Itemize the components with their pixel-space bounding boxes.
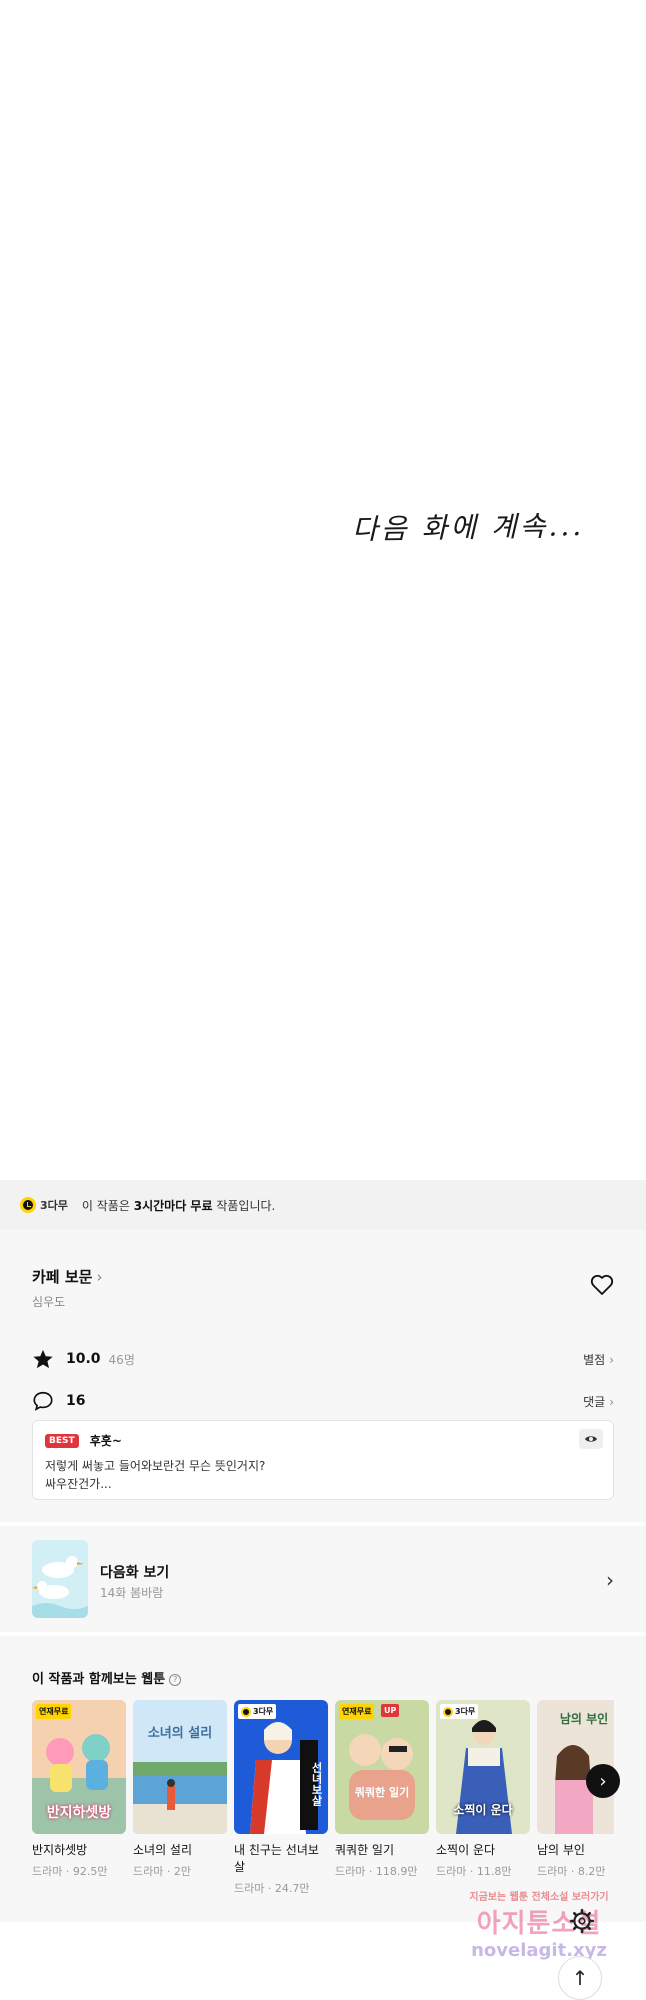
help-icon[interactable]: ?	[169, 1673, 182, 1686]
gear-icon[interactable]	[569, 1908, 595, 1934]
webtoon-name: 내 친구는 선녀보살	[234, 1843, 319, 1874]
star-icon	[33, 1349, 53, 1369]
webtoon-cover: 선녀보살 3다무	[234, 1700, 328, 1834]
webtoon-card[interactable]: 소찍이 운다 3다무 소찍이 운다 드라마 · 11.8만	[436, 1700, 530, 1879]
recommendation-section: 이 작품과 함께보는 웹툰? 반지하셋방 연재무료 반지하셋방 드라마 · 92…	[0, 1636, 646, 1922]
rating-row: 10.0 46명 별점 ›	[32, 1348, 614, 1370]
free-info-post: 작품입니다.	[216, 1198, 276, 1213]
chevron-right-icon: ›	[599, 1770, 607, 1792]
cover-title: 남의 부인	[559, 1712, 609, 1726]
recommendation-title-text: 이 작품과 함께보는 웹툰	[32, 1672, 166, 1687]
comment-user: 후훗~	[89, 1434, 122, 1448]
three-hour-free-tag: 3다무	[440, 1704, 479, 1719]
clock-icon	[20, 1197, 36, 1213]
comic-viewer: 다음 화에 계속...	[0, 0, 646, 1180]
carousel-next-button[interactable]: ›	[586, 1764, 620, 1798]
comment-link[interactable]: 댓글 ›	[583, 1393, 614, 1410]
watermark-line-2: 아지툰소설	[476, 1909, 602, 1939]
webtoon-cover: 소찍이 운다 3다무	[436, 1700, 530, 1834]
next-episode-subtitle: 14화 봄바람	[100, 1586, 164, 1600]
watermark-line-3: novelagit.xyz	[471, 1940, 607, 1961]
cover-title: 반지하셋방	[46, 1805, 112, 1821]
speech-bubble-icon	[33, 1391, 53, 1411]
webtoon-meta: 드라마 · 8.2만	[537, 1865, 606, 1878]
duck-thumbnail-image	[32, 1540, 88, 1618]
webtoon-cover: 쿼쿼한 일기 연재무료 UP	[335, 1700, 429, 1834]
cover-title: 선녀보살	[310, 1762, 323, 1806]
next-episode-title: 다음화 보기	[100, 1565, 170, 1581]
webtoon-card[interactable]: 소녀의 설리 소녀의 설리 드라마 · 2만	[133, 1700, 227, 1879]
chevron-right-icon: ›	[609, 1352, 614, 1367]
chevron-right-icon: ›	[606, 1568, 614, 1592]
tag-label: 3다무	[455, 1707, 476, 1716]
chevron-right-icon: ›	[609, 1394, 614, 1409]
free-badge: 3다무	[20, 1197, 68, 1213]
cover-illustration	[133, 1700, 227, 1834]
rating-link-label: 별점	[583, 1352, 606, 1367]
spoiler-toggle-button[interactable]	[579, 1429, 603, 1449]
comment-line-1: 저렇게 써놓고 들어와보란건 무슨 뜻인거지?	[45, 1459, 266, 1473]
comment-count: 16	[66, 1393, 86, 1409]
webtoon-cover: 반지하셋방 연재무료	[32, 1700, 126, 1834]
site-watermark: 지금보는 웹툰 전체소설 보러가기 아지툰소설 novelagit.xyz	[444, 1888, 634, 1961]
best-comment-card[interactable]: BEST 후훗~ 저렇게 써놓고 들어와보란건 무슨 뜻인거지? 싸우잔건가..…	[32, 1420, 614, 1500]
cover-title: 쿼쿼한 일기	[354, 1786, 410, 1799]
chevron-right-icon: ›	[96, 1268, 103, 1286]
clock-icon	[241, 1706, 251, 1717]
webtoon-meta: 드라마 · 92.5만	[32, 1865, 108, 1878]
webtoon-card[interactable]: 반지하셋방 연재무료 반지하셋방 드라마 · 92.5만	[32, 1700, 126, 1879]
work-title: 카페 보문	[32, 1268, 93, 1286]
next-episode-card[interactable]: 다음화 보기 14화 봄바람 ›	[0, 1526, 646, 1632]
free-info-bar: 3다무 이 작품은 3시간마다 무료 작품입니다.	[0, 1180, 646, 1230]
rating-link[interactable]: 별점 ›	[583, 1351, 614, 1368]
free-info-pre: 이 작품은	[81, 1198, 130, 1213]
webtoon-meta: 드라마 · 118.9만	[335, 1865, 418, 1878]
comment-link-label: 댓글	[583, 1394, 606, 1409]
webtoon-meta: 드라마 · 24.7만	[234, 1882, 310, 1895]
clock-icon	[443, 1706, 453, 1717]
to-be-continued-text: 다음 화에 계속...	[351, 508, 585, 547]
work-title-link[interactable]: 카페 보문 ›	[32, 1266, 102, 1287]
recommendation-title: 이 작품과 함께보는 웹툰?	[32, 1668, 182, 1687]
free-info-text: 이 작품은 3시간마다 무료 작품입니다.	[82, 1197, 275, 1214]
next-episode-thumbnail	[32, 1540, 88, 1618]
heart-icon[interactable]	[590, 1274, 614, 1296]
free-tag: 연재무료	[36, 1704, 72, 1719]
webtoon-meta: 드라마 · 2만	[133, 1865, 191, 1878]
cover-title: 소녀의 설리	[147, 1726, 213, 1741]
webtoon-name: 소찍이 운다	[436, 1843, 496, 1857]
work-info-section: 카페 보문 › 심우도 10.0 46명 별점 › 16 댓글 › BEST 후훗~ …	[0, 1230, 646, 1522]
comment-row: 16 댓글 ›	[32, 1390, 614, 1412]
webtoon-name: 남의 부인	[537, 1843, 585, 1857]
cover-illustration	[335, 1700, 429, 1834]
recommendation-carousel: 반지하셋방 연재무료 반지하셋방 드라마 · 92.5만 소녀의 설리 소녀의 …	[32, 1700, 614, 1920]
comment-line-2: 싸우잔건가...	[45, 1477, 112, 1491]
rating-count: 46명	[108, 1352, 135, 1367]
webtoon-card[interactable]: 쿼쿼한 일기 연재무료 UP 쿼쿼한 일기 드라마 · 118.9만	[335, 1700, 429, 1879]
work-author: 심우도	[32, 1295, 66, 1309]
eye-icon	[585, 1436, 597, 1442]
scroll-to-top-button[interactable]: ↑	[558, 1956, 602, 2000]
free-info-bold: 3시간마다 무료	[133, 1198, 213, 1213]
arrow-up-icon: ↑	[571, 1966, 589, 1990]
webtoon-meta: 드라마 · 11.8만	[436, 1865, 512, 1878]
webtoon-name: 반지하셋방	[32, 1843, 88, 1857]
tag-label: 3다무	[253, 1707, 274, 1716]
rating-value: 10.0	[66, 1351, 101, 1367]
webtoon-name: 쿼쿼한 일기	[335, 1843, 395, 1857]
cover-title: 소찍이 운다	[453, 1803, 513, 1817]
best-badge: BEST	[45, 1433, 79, 1448]
comment-text: 저렇게 써놓고 들어와보란건 무슨 뜻인거지? 싸우잔건가...	[45, 1457, 601, 1493]
three-hour-free-tag: 3다무	[238, 1704, 277, 1719]
webtoon-cover: 소녀의 설리	[133, 1700, 227, 1834]
webtoon-card[interactable]: 선녀보살 3다무 내 친구는 선녀보살 드라마 · 24.7만	[234, 1700, 328, 1896]
webtoon-name: 소녀의 설리	[133, 1843, 193, 1857]
watermark-line-1: 지금보는 웹툰 전체소설 보러가기	[469, 1892, 609, 1903]
up-tag: UP	[381, 1704, 400, 1717]
free-tag: 연재무료	[339, 1704, 375, 1719]
free-badge-label: 3다무	[40, 1199, 68, 1212]
